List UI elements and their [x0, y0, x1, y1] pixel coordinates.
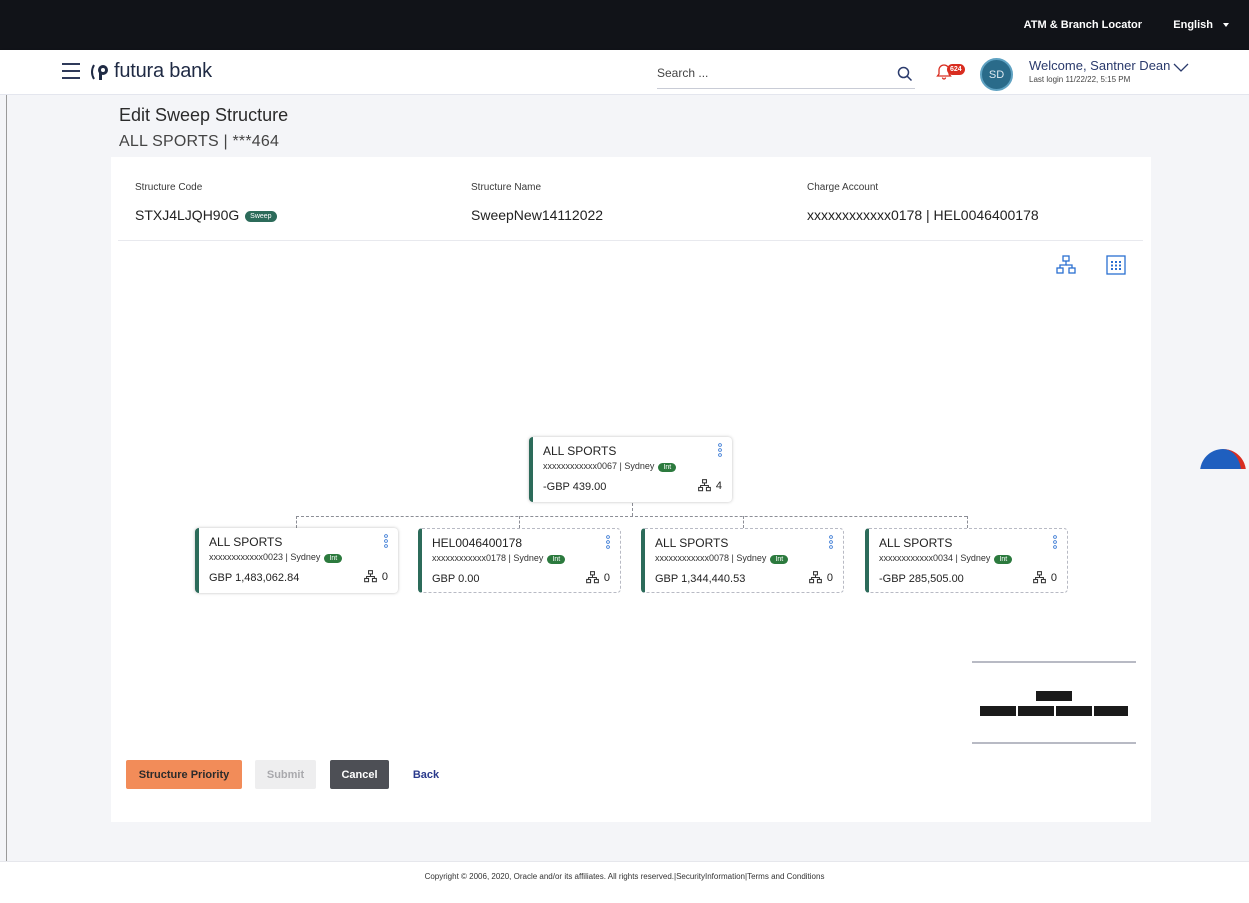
structure-priority-button[interactable]: Structure Priority [126, 760, 242, 789]
minimap-root-block [1036, 691, 1072, 701]
language-label: English [1173, 19, 1213, 31]
node-account: xxxxxxxxxxxx0023 | Sydney Int [209, 552, 343, 563]
kebab-menu-icon[interactable] [606, 535, 610, 549]
kebab-menu-icon[interactable] [1053, 535, 1057, 549]
welcome-text: Welcome, Santner Dean [1029, 58, 1171, 73]
footer-copyright: Copyright © 2006, 2020, Oracle and/or it… [424, 872, 825, 881]
node-account: xxxxxxxxxxxx0034 | Sydney Int [879, 553, 1013, 564]
minimap-child-block [1018, 706, 1054, 716]
node-children-count: 0 [1033, 571, 1057, 584]
structure-code: STXJ4LJQH90G [135, 207, 240, 223]
futura-logo-icon [91, 64, 108, 80]
window-edge [6, 95, 7, 903]
int-badge: Int [770, 555, 789, 564]
avatar[interactable]: SD [980, 58, 1013, 91]
charge-account-label: Charge Account [807, 182, 879, 193]
hierarchy-icon [586, 571, 599, 584]
hierarchy-icon [1033, 571, 1046, 584]
minimap-child-block [1094, 706, 1128, 716]
node-balance: -GBP 439.00 [543, 481, 607, 493]
int-badge: Int [994, 555, 1013, 564]
menu-icon[interactable] [62, 63, 80, 79]
node-title: ALL SPORTS [543, 444, 617, 458]
node-account: xxxxxxxxxxxx0067 | Sydney Int [543, 461, 677, 472]
notifications[interactable]: 624 [936, 62, 965, 85]
int-badge: Int [547, 555, 566, 564]
chat-assistant-icon[interactable] [1196, 449, 1249, 469]
kebab-menu-icon[interactable] [829, 535, 833, 549]
tree-connector [296, 516, 967, 517]
tree-connector [632, 503, 633, 516]
node-title: ALL SPORTS [209, 535, 283, 549]
hierarchy-icon [364, 570, 377, 583]
tree-child-node[interactable]: ALL SPORTS xxxxxxxxxxxx0023 | Sydney Int … [195, 528, 398, 593]
tree-root-node[interactable]: ALL SPORTS xxxxxxxxxxxx0067 | Sydney Int … [529, 437, 732, 502]
hierarchy-icon [698, 479, 711, 492]
hierarchy-icon [809, 571, 822, 584]
node-balance: GBP 0.00 [432, 573, 480, 585]
structure-code-label: Structure Code [135, 182, 203, 193]
last-login: Last login 11/22/22, 5:15 PM [1029, 75, 1131, 84]
int-badge: Int [658, 463, 677, 472]
tree-child-node[interactable]: HEL0046400178 xxxxxxxxxxxx0178 | Sydney I… [418, 528, 621, 593]
cancel-button[interactable]: Cancel [330, 760, 389, 789]
minimap-child-block [1056, 706, 1092, 716]
tree-minimap[interactable] [972, 661, 1136, 744]
node-balance: GBP 1,483,062.84 [209, 572, 300, 584]
bank-logo[interactable]: futura bank [90, 60, 212, 83]
chevron-down-icon [1173, 63, 1189, 72]
tree-child-node[interactable]: ALL SPORTS xxxxxxxxxxxx0034 | Sydney Int … [865, 528, 1068, 593]
notification-badge: 624 [947, 64, 965, 75]
charge-account-value: xxxxxxxxxxxx0178 | HEL0046400178 [807, 207, 1039, 223]
node-title: ALL SPORTS [655, 536, 729, 550]
minimap-child-block [980, 706, 1016, 716]
node-account: xxxxxxxxxxxx0078 | Sydney Int [655, 553, 789, 564]
back-link[interactable]: Back [405, 760, 447, 789]
footer: Copyright © 2006, 2020, Oracle and/or it… [0, 861, 1249, 903]
structure-code-value: STXJ4LJQH90G Sweep [135, 207, 277, 223]
tree-connector [296, 516, 297, 528]
node-children-count: 0 [364, 570, 388, 583]
grid-view-icon[interactable] [1106, 255, 1126, 275]
node-title: ALL SPORTS [879, 536, 953, 550]
tree-view-icon[interactable] [1056, 255, 1076, 275]
tree-connector [743, 516, 744, 528]
node-children-count: 4 [698, 479, 722, 492]
int-badge: Int [324, 554, 343, 563]
divider [118, 240, 1143, 241]
structure-name-value: SweepNew14112022 [471, 207, 604, 223]
atm-branch-locator-link[interactable]: ATM & Branch Locator [1024, 19, 1142, 31]
language-selector[interactable]: English [1173, 19, 1229, 31]
kebab-menu-icon[interactable] [384, 534, 388, 548]
brand-name: futura bank [114, 60, 212, 82]
node-children-count: 0 [809, 571, 833, 584]
node-balance: GBP 1,344,440.53 [655, 573, 746, 585]
page-title: Edit Sweep Structure [119, 105, 289, 125]
node-account: xxxxxxxxxxxx0178 | Sydney Int [432, 553, 566, 564]
search-icon[interactable] [897, 66, 913, 82]
page-subtitle: ALL SPORTS | ***464 [119, 133, 280, 150]
node-title: HEL0046400178 [432, 536, 523, 550]
caret-down-icon [1223, 23, 1229, 28]
tree-connector [519, 516, 520, 528]
tree-connector [967, 516, 968, 528]
node-children-count: 0 [586, 571, 610, 584]
user-menu[interactable]: Welcome, Santner Dean Last login 11/22/2… [1029, 58, 1189, 84]
structure-name-label: Structure Name [471, 182, 542, 193]
sweep-badge: Sweep [245, 210, 277, 222]
tree-child-node[interactable]: ALL SPORTS xxxxxxxxxxxx0078 | Sydney Int … [641, 528, 844, 593]
kebab-menu-icon[interactable] [718, 443, 722, 457]
search-input[interactable] [657, 62, 877, 84]
node-balance: -GBP 285,505.00 [879, 573, 964, 585]
app-header: futura bank 624 SD Welcome, Santner Dean… [0, 50, 1249, 95]
top-bar: ATM & Branch Locator English [0, 0, 1249, 50]
submit-button[interactable]: Submit [255, 760, 316, 789]
search-box[interactable] [657, 62, 915, 89]
